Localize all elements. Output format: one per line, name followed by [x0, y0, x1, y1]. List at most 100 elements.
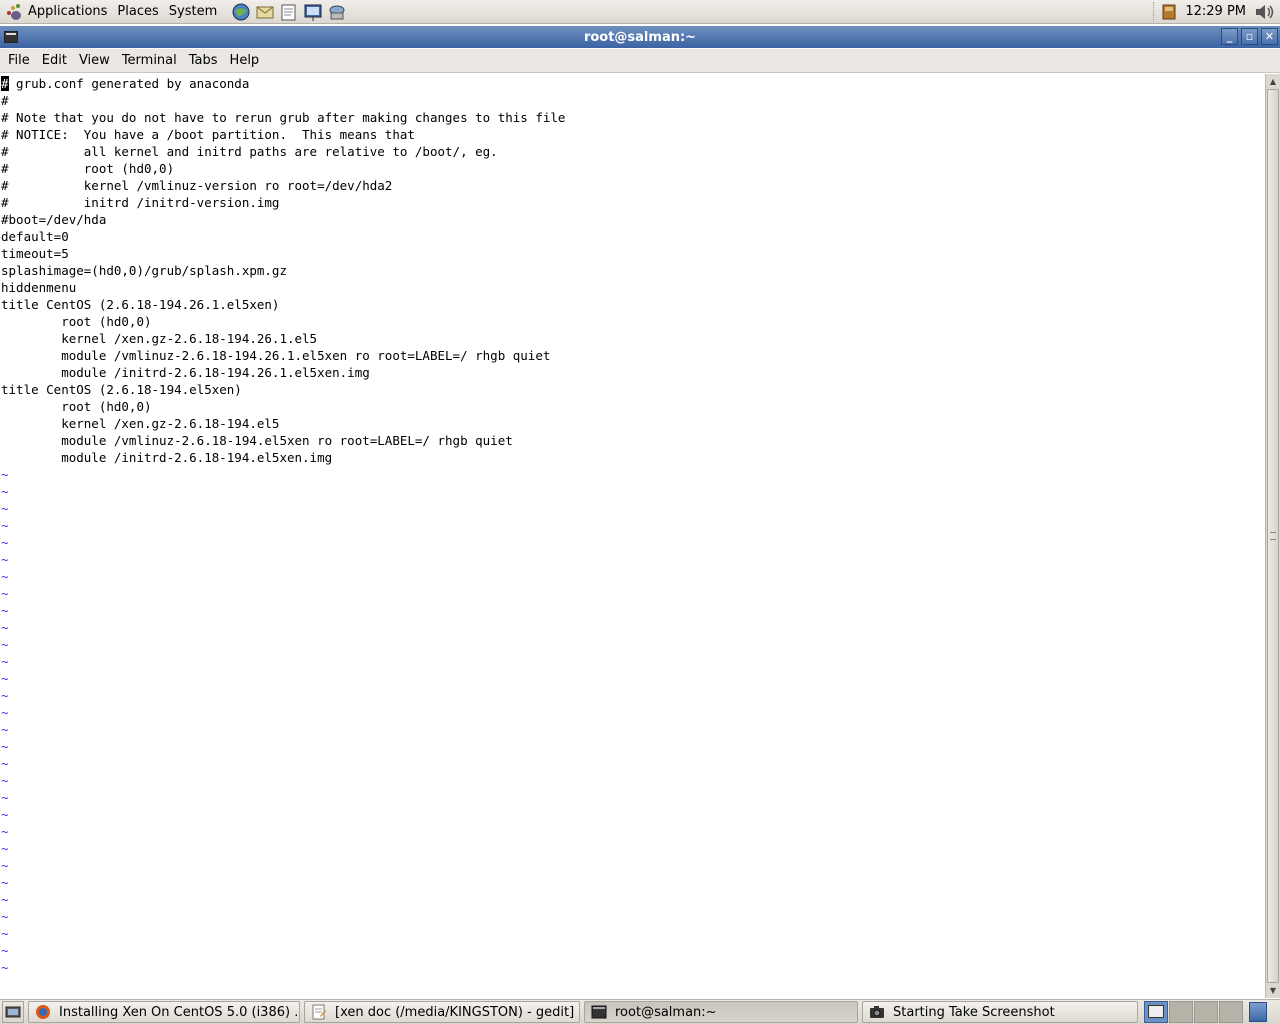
workspace-1[interactable] — [1144, 1001, 1168, 1023]
scrollbar-thumb[interactable] — [1267, 89, 1279, 983]
terminal-line: root (hd0,0) — [1, 314, 152, 329]
network-icon[interactable] — [326, 2, 348, 22]
menu-edit[interactable]: Edit — [36, 49, 73, 73]
scroll-down-arrow-icon[interactable]: ▼ — [1266, 983, 1280, 998]
task-button-terminal[interactable]: root@salman:~ — [584, 1001, 858, 1023]
minimize-button[interactable]: _ — [1221, 28, 1238, 45]
empty-line-tilde: ~ — [1, 620, 9, 635]
gnome-foot-icon — [6, 3, 24, 21]
terminal-lines: # grub.conf generated by anaconda # # Note… — [1, 75, 1265, 976]
show-desktop-icon — [5, 1006, 21, 1018]
task-button-firefox[interactable]: Installing Xen On CentOS 5.0 (i386) ... — [28, 1001, 300, 1023]
terminal-line: default=0 — [1, 229, 69, 244]
terminal-scrollbar[interactable]: ▲ ▼ — [1265, 74, 1280, 998]
empty-line-tilde: ~ — [1, 569, 9, 584]
terminal-line: module /initrd-2.6.18-194.26.1.el5xen.im… — [1, 365, 370, 380]
volume-icon[interactable] — [1254, 3, 1276, 21]
top-panel: Applications Places System 12:29 PM — [0, 0, 1280, 24]
terminal-line: title CentOS (2.6.18-194.26.1.el5xen) — [1, 297, 280, 312]
empty-line-tilde: ~ — [1, 671, 9, 686]
terminal-line: module /initrd-2.6.18-194.el5xen.img — [1, 450, 333, 465]
system-menu[interactable]: System — [164, 0, 222, 24]
terminal-line: root (hd0,0) — [1, 399, 152, 414]
menu-help[interactable]: Help — [224, 49, 266, 73]
menu-tabs[interactable]: Tabs — [183, 49, 224, 73]
empty-line-tilde: ~ — [1, 518, 9, 533]
empty-line-tilde: ~ — [1, 739, 9, 754]
camera-icon — [870, 1006, 884, 1018]
terminal-line: module /vmlinuz-2.6.18-194.el5xen ro roo… — [1, 433, 513, 448]
close-icon: ✕ — [1264, 30, 1275, 43]
menu-file[interactable]: File — [2, 49, 36, 73]
empty-line-tilde: ~ — [1, 705, 9, 720]
web-browser-icon[interactable] — [230, 2, 252, 22]
scroll-up-arrow-icon[interactable]: ▲ — [1266, 74, 1280, 89]
empty-line-tilde: ~ — [1, 637, 9, 652]
terminal-line: kernel /xen.gz-2.6.18-194.26.1.el5 — [1, 331, 318, 346]
window-controls: _ ▫ ✕ — [1221, 28, 1278, 45]
trash-icon[interactable] — [1249, 1002, 1267, 1022]
window-titlebar[interactable]: root@salman:~ _ ▫ ✕ — [0, 26, 1280, 48]
empty-line-tilde: ~ — [1, 960, 9, 975]
empty-line-tilde: ~ — [1, 858, 9, 873]
empty-line-tilde: ~ — [1, 943, 9, 958]
terminal-line: hiddenmenu — [1, 280, 77, 295]
task-button-gedit[interactable]: [xen doc (/media/KINGSTON) - gedit] — [304, 1001, 580, 1023]
terminal-text-area[interactable]: # grub.conf generated by anaconda # # Note… — [0, 74, 1265, 998]
menu-view[interactable]: View — [73, 49, 116, 73]
terminal-line: module /vmlinuz-2.6.18-194.26.1.el5xen r… — [1, 348, 551, 363]
empty-line-tilde: ~ — [1, 756, 9, 771]
firefox-icon — [36, 1005, 50, 1019]
menu-bar: File Edit View Terminal Tabs Help — [0, 49, 1280, 73]
minimize-icon: _ — [1226, 30, 1233, 43]
empty-line-tilde: ~ — [1, 552, 9, 567]
task-button-screenshot[interactable]: Starting Take Screenshot — [862, 1001, 1138, 1023]
task-label-terminal: root@salman:~ — [615, 1004, 717, 1020]
notes-icon[interactable] — [1161, 3, 1177, 21]
maximize-icon: ▫ — [1245, 30, 1254, 43]
window-title: root@salman:~ — [583, 29, 697, 45]
empty-line-tilde: ~ — [1, 875, 9, 890]
empty-line-tilde: ~ — [1, 722, 9, 737]
empty-line-tilde: ~ — [1, 841, 9, 856]
system-label: System — [168, 4, 218, 19]
close-button[interactable]: ✕ — [1261, 28, 1278, 45]
gedit-icon — [312, 1004, 326, 1020]
email-client-icon[interactable] — [254, 2, 276, 22]
places-menu[interactable]: Places — [112, 0, 163, 24]
presentation-icon[interactable] — [302, 2, 324, 22]
applications-menu[interactable]: Applications — [0, 0, 112, 24]
clock[interactable]: 12:29 PM — [1177, 4, 1254, 19]
menu-terminal[interactable]: Terminal — [116, 49, 183, 73]
empty-line-tilde: ~ — [1, 688, 9, 703]
applications-label: Applications — [28, 4, 108, 19]
window-menu-icon[interactable] — [4, 31, 18, 43]
workspace-switcher — [1144, 1001, 1243, 1023]
task-label-gedit: [xen doc (/media/KINGSTON) - gedit] — [335, 1004, 575, 1020]
task-label-firefox: Installing Xen On CentOS 5.0 (i386) ... — [59, 1004, 300, 1020]
bottom-taskbar: Installing Xen On CentOS 5.0 (i386) ... … — [0, 999, 1280, 1024]
empty-line-tilde: ~ — [1, 892, 9, 907]
workspace-window-thumb — [1148, 1005, 1164, 1018]
workspace-3[interactable] — [1194, 1001, 1218, 1023]
empty-line-tilde: ~ — [1, 586, 9, 601]
show-desktop-button[interactable] — [2, 1001, 24, 1023]
terminal-line: # Note that you do not have to rerun gru… — [1, 110, 566, 125]
empty-line-tilde: ~ — [1, 909, 9, 924]
workspace-2[interactable] — [1169, 1001, 1193, 1023]
terminal-line: title CentOS (2.6.18-194.el5xen) — [1, 382, 242, 397]
terminal-line: timeout=5 — [1, 246, 69, 261]
empty-line-tilde: ~ — [1, 654, 9, 669]
text-editor-icon[interactable] — [278, 2, 300, 22]
empty-line-tilde: ~ — [1, 484, 9, 499]
text-cursor: # — [1, 76, 9, 91]
maximize-button[interactable]: ▫ — [1241, 28, 1258, 45]
empty-line-tilde: ~ — [1, 773, 9, 788]
workspace-4[interactable] — [1219, 1001, 1243, 1023]
terminal-line: kernel /xen.gz-2.6.18-194.el5 — [1, 416, 280, 431]
terminal-line: # grub.conf generated by anaconda — [1, 75, 1265, 92]
empty-line-tilde: ~ — [1, 535, 9, 550]
empty-line-tilde: ~ — [1, 926, 9, 941]
terminal-icon — [591, 1005, 607, 1019]
terminal-line: # root (hd0,0) — [1, 161, 175, 176]
